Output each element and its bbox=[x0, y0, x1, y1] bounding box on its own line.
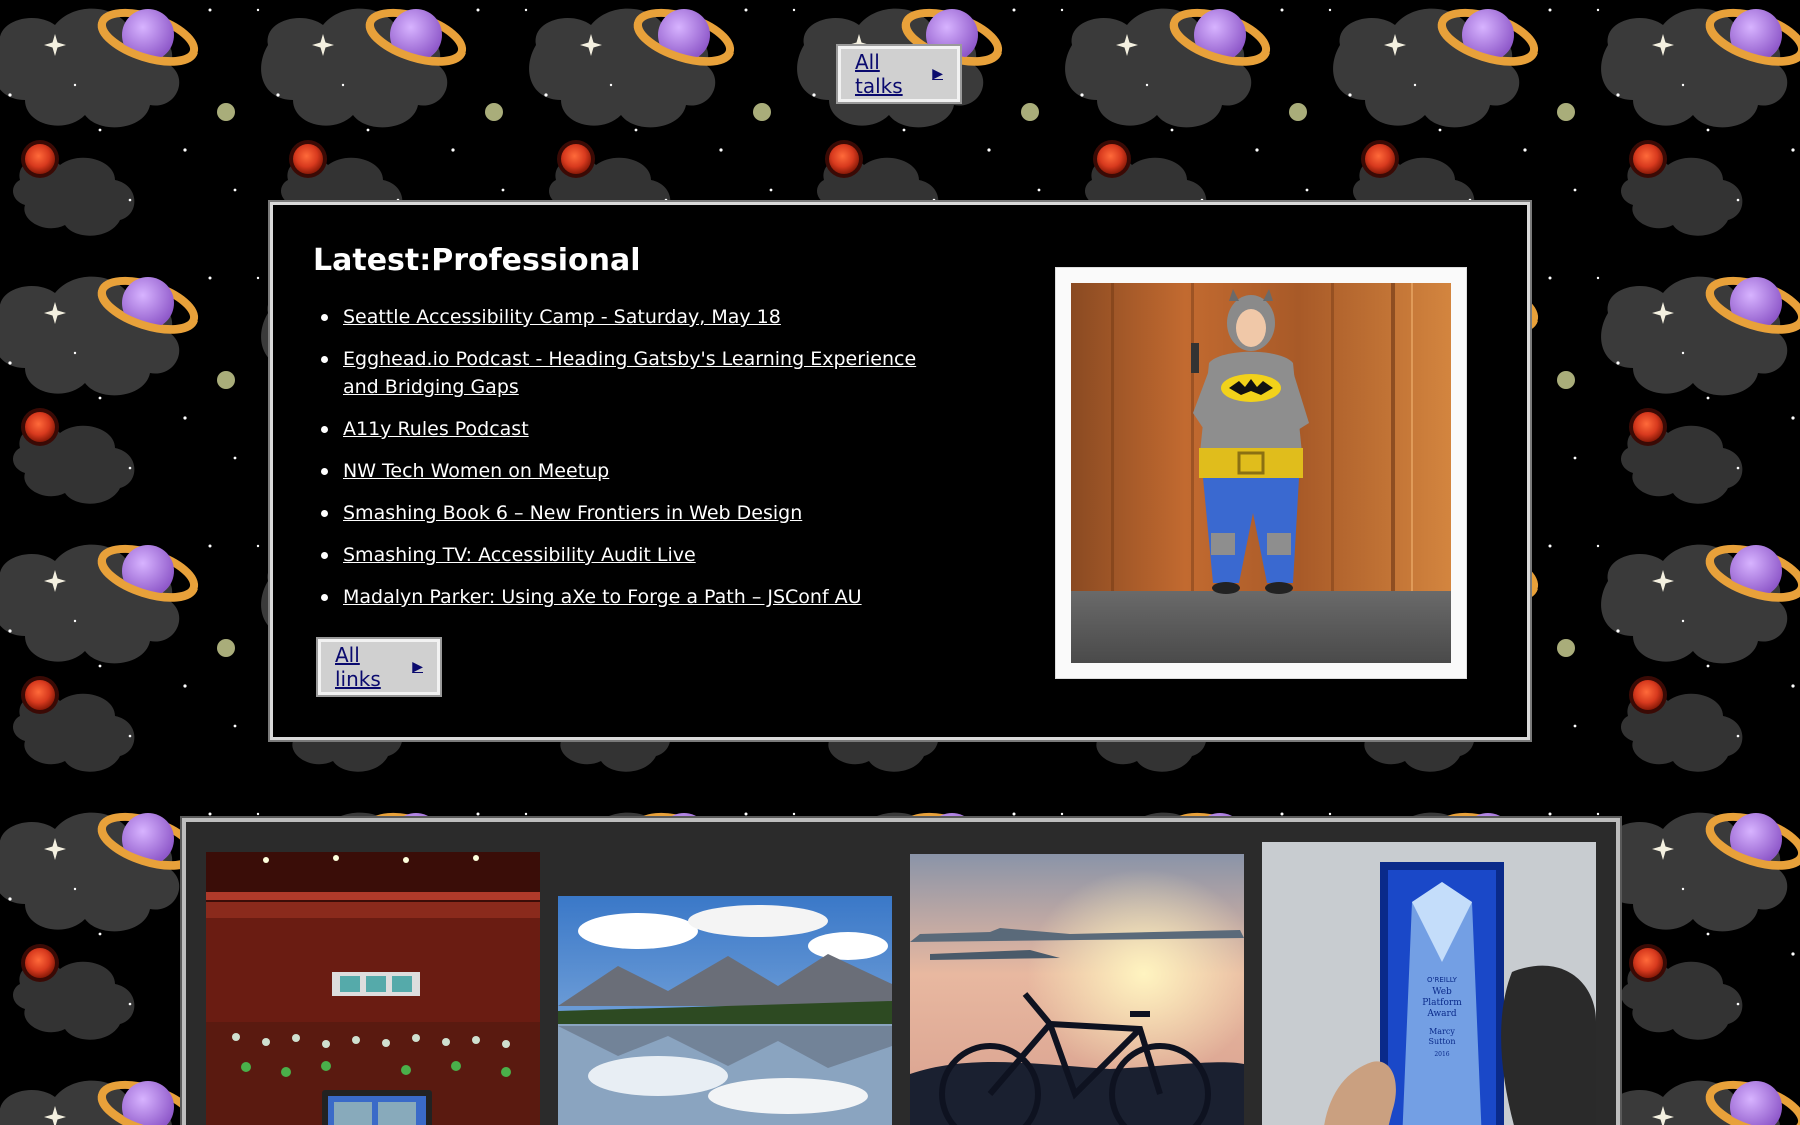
list-item: Seattle Accessibility Camp - Saturday, M… bbox=[313, 303, 933, 331]
trophy-engraving-platform: Platform bbox=[1422, 998, 1462, 1008]
theater-audience-photo bbox=[206, 852, 540, 1125]
link-madalyn-parker-jsconf[interactable]: Madalyn Parker: Using aXe to Forge a Pat… bbox=[343, 586, 862, 608]
page: All talks ▶ Latest:Professional Seattle … bbox=[0, 0, 1800, 1125]
trophy-engraving-marcy: Marcy bbox=[1429, 1027, 1455, 1036]
list-item: Egghead.io Podcast - Heading Gatsby's Le… bbox=[313, 345, 933, 401]
all-links-button[interactable]: All links ▶ bbox=[316, 637, 442, 697]
bicycle-sunset-photo bbox=[910, 854, 1244, 1125]
list-item: Smashing TV: Accessibility Audit Live bbox=[313, 541, 933, 569]
latest-links-list: Seattle Accessibility Camp - Saturday, M… bbox=[313, 303, 933, 625]
trophy-engraving-sutton: Sutton bbox=[1428, 1037, 1455, 1046]
trophy-engraving-year: 2016 bbox=[1434, 1051, 1449, 1058]
link-seattle-accessibility-camp[interactable]: Seattle Accessibility Camp - Saturday, M… bbox=[343, 306, 781, 328]
all-talks-button[interactable]: All talks ▶ bbox=[836, 44, 962, 104]
all-talks-label: All talks bbox=[855, 50, 903, 98]
latest-professional-panel: Latest:Professional Seattle Accessibilit… bbox=[268, 200, 1532, 742]
link-smashing-book-6[interactable]: Smashing Book 6 – New Frontiers in Web D… bbox=[343, 502, 802, 524]
all-links-label: All links bbox=[335, 643, 381, 691]
list-item: A11y Rules Podcast bbox=[313, 415, 933, 443]
award-trophy-photo: O'REILLY Web Platform Award Marcy Sutton… bbox=[1262, 842, 1596, 1125]
link-a11y-rules-podcast[interactable]: A11y Rules Podcast bbox=[343, 418, 529, 440]
photo-gallery: O'REILLY Web Platform Award Marcy Sutton… bbox=[180, 816, 1622, 1125]
link-nw-tech-women[interactable]: NW Tech Women on Meetup bbox=[343, 460, 609, 482]
batman-costume-photo bbox=[1071, 283, 1451, 663]
trophy-engraving-award: Award bbox=[1426, 1009, 1456, 1019]
list-item: NW Tech Women on Meetup bbox=[313, 457, 933, 485]
trophy-engraving-web: Web bbox=[1432, 987, 1452, 997]
link-smashing-tv[interactable]: Smashing TV: Accessibility Audit Live bbox=[343, 544, 696, 566]
play-arrow-icon: ▶ bbox=[932, 66, 943, 82]
play-arrow-icon: ▶ bbox=[412, 659, 423, 675]
latest-title: Latest:Professional bbox=[313, 243, 641, 278]
list-item: Madalyn Parker: Using aXe to Forge a Pat… bbox=[313, 583, 933, 611]
featured-photo bbox=[1055, 267, 1467, 679]
mountain-lake-photo bbox=[558, 896, 892, 1125]
list-item: Smashing Book 6 – New Frontiers in Web D… bbox=[313, 499, 933, 527]
link-egghead-podcast[interactable]: Egghead.io Podcast - Heading Gatsby's Le… bbox=[343, 348, 916, 398]
trophy-engraving-oreilly: O'REILLY bbox=[1427, 976, 1458, 984]
